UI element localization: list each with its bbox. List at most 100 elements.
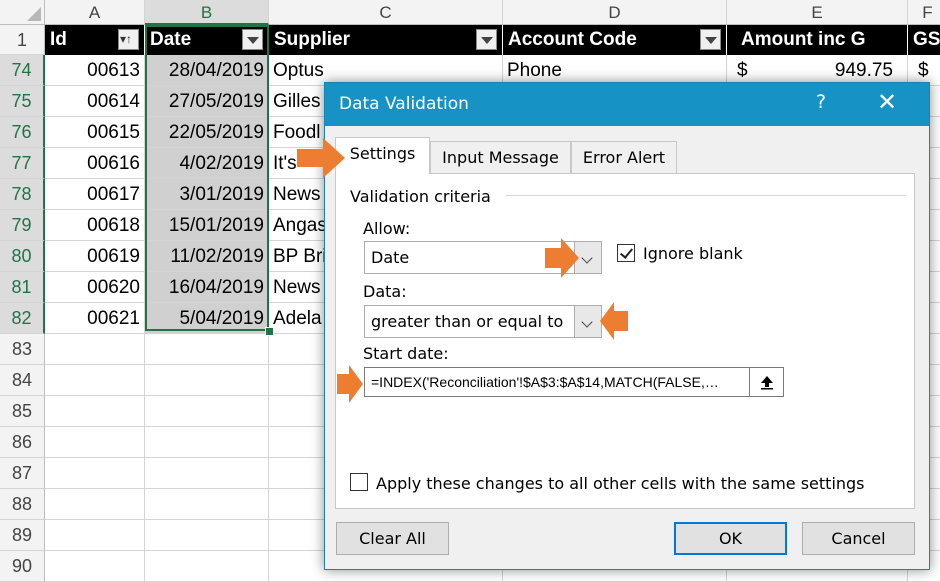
data-value: greater than or equal to — [371, 312, 564, 331]
empty-cell[interactable] — [45, 396, 145, 427]
collapse-dialog-button[interactable] — [750, 367, 784, 397]
cell-id[interactable]: 00618 — [45, 210, 145, 241]
sort-filter-icon[interactable]: ▾↑ — [118, 29, 139, 50]
empty-cell[interactable] — [145, 458, 269, 489]
validation-criteria-label: Validation criteria — [350, 187, 491, 206]
cell-date[interactable]: 3/01/2019 — [145, 179, 269, 210]
cell-date[interactable]: 22/05/2019 — [145, 117, 269, 148]
row-header[interactable]: 75 — [0, 86, 45, 117]
dialog-titlebar[interactable]: Data Validation ? ✕ — [325, 83, 929, 126]
column-header-a[interactable]: A — [45, 0, 145, 25]
column-header-e[interactable]: E — [727, 0, 908, 25]
row-header[interactable]: 77 — [0, 148, 45, 179]
callout-arrow-icon — [337, 365, 363, 403]
filter-dropdown-icon[interactable] — [476, 29, 497, 50]
close-icon[interactable]: ✕ — [877, 88, 897, 116]
cell-id[interactable]: 00620 — [45, 272, 145, 303]
header-amount: Amount inc G — [727, 25, 908, 55]
group-divider — [506, 195, 906, 196]
tab-input-message[interactable]: Input Message — [430, 141, 571, 173]
row-header[interactable]: 80 — [0, 241, 45, 272]
cell-date[interactable]: 27/05/2019 — [145, 86, 269, 117]
row-header[interactable]: 88 — [0, 489, 45, 520]
tab-error-alert[interactable]: Error Alert — [571, 141, 677, 173]
row-header[interactable]: 86 — [0, 427, 45, 458]
empty-cell[interactable] — [145, 396, 269, 427]
header-id: Id ▾↑ — [45, 25, 145, 55]
empty-cell[interactable] — [145, 365, 269, 396]
cell-id[interactable]: 00615 — [45, 117, 145, 148]
fill-handle[interactable] — [265, 327, 274, 336]
apply-all-checkbox[interactable] — [350, 473, 368, 491]
column-header-b[interactable]: B — [145, 0, 269, 25]
start-date-input[interactable]: =INDEX('Reconciliation'!$A$3:$A$14,MATCH… — [364, 367, 750, 397]
dialog-title: Data Validation — [339, 94, 469, 114]
column-header-c[interactable]: C — [269, 0, 503, 25]
select-all-corner[interactable] — [0, 0, 45, 25]
callout-arrow-icon — [545, 238, 579, 278]
header-supplier: Supplier — [269, 25, 503, 55]
clear-all-button[interactable]: Clear All — [336, 522, 449, 555]
cell-date[interactable]: 28/04/2019 — [145, 55, 269, 86]
header-id-label: Id — [50, 29, 67, 50]
cell-date[interactable]: 5/04/2019 — [145, 303, 269, 334]
callout-arrow-icon — [600, 302, 628, 340]
row-header-1[interactable]: 1 — [0, 25, 45, 55]
row-header[interactable]: 82 — [0, 303, 45, 334]
cancel-button[interactable]: Cancel — [802, 522, 915, 555]
cell-id[interactable]: 00613 — [45, 55, 145, 86]
header-account-label: Account Code — [508, 29, 637, 50]
ok-button[interactable]: OK — [674, 522, 787, 555]
column-header-f[interactable]: F — [908, 0, 940, 25]
chevron-down-icon[interactable] — [574, 306, 601, 337]
upload-arrow-icon — [761, 376, 773, 390]
row-header[interactable]: 85 — [0, 396, 45, 427]
empty-cell[interactable] — [145, 520, 269, 551]
cell-id[interactable]: 00619 — [45, 241, 145, 272]
row-header[interactable]: 76 — [0, 117, 45, 148]
allow-value: Date — [371, 248, 410, 267]
cell-date[interactable]: 15/01/2019 — [145, 210, 269, 241]
cell-id[interactable]: 00621 — [45, 303, 145, 334]
empty-cell[interactable] — [45, 334, 145, 365]
row-header[interactable]: 74 — [0, 55, 45, 86]
filter-dropdown-icon[interactable] — [700, 29, 721, 50]
row-header[interactable]: 83 — [0, 334, 45, 365]
row-header[interactable]: 78 — [0, 179, 45, 210]
ignore-blank-checkbox[interactable] — [617, 244, 635, 262]
empty-cell[interactable] — [45, 427, 145, 458]
settings-panel: Validation criteria Allow: Date Ignore b… — [335, 173, 915, 509]
empty-cell[interactable] — [145, 334, 269, 365]
empty-cell[interactable] — [145, 551, 269, 582]
empty-cell[interactable] — [145, 427, 269, 458]
row-header[interactable]: 87 — [0, 458, 45, 489]
cell-id[interactable]: 00617 — [45, 179, 145, 210]
row-header[interactable]: 90 — [0, 551, 45, 582]
cell-date[interactable]: 16/04/2019 — [145, 272, 269, 303]
empty-cell[interactable] — [45, 458, 145, 489]
row-header[interactable]: 81 — [0, 272, 45, 303]
data-select[interactable]: greater than or equal to — [364, 305, 602, 338]
row-header[interactable]: 84 — [0, 365, 45, 396]
help-icon[interactable]: ? — [816, 91, 826, 113]
cell-id[interactable]: 00616 — [45, 148, 145, 179]
empty-cell[interactable] — [145, 489, 269, 520]
cell-date[interactable]: 11/02/2019 — [145, 241, 269, 272]
tab-settings[interactable]: Settings — [335, 137, 430, 174]
row-header[interactable]: 79 — [0, 210, 45, 241]
row-header[interactable]: 89 — [0, 520, 45, 551]
apply-all-label: Apply these changes to all other cells w… — [376, 474, 865, 493]
ignore-blank-label: Ignore blank — [643, 244, 743, 263]
header-gst: GS — [908, 25, 940, 55]
header-account-code: Account Code — [503, 25, 727, 55]
column-header-d[interactable]: D — [503, 0, 727, 25]
empty-cell[interactable] — [45, 489, 145, 520]
cell-date[interactable]: 4/02/2019 — [145, 148, 269, 179]
cell-id[interactable]: 00614 — [45, 86, 145, 117]
data-label: Data: — [363, 282, 407, 301]
empty-cell[interactable] — [45, 365, 145, 396]
empty-cell[interactable] — [45, 551, 145, 582]
filter-dropdown-icon[interactable] — [242, 29, 263, 50]
header-date: Date — [145, 25, 269, 55]
empty-cell[interactable] — [45, 520, 145, 551]
